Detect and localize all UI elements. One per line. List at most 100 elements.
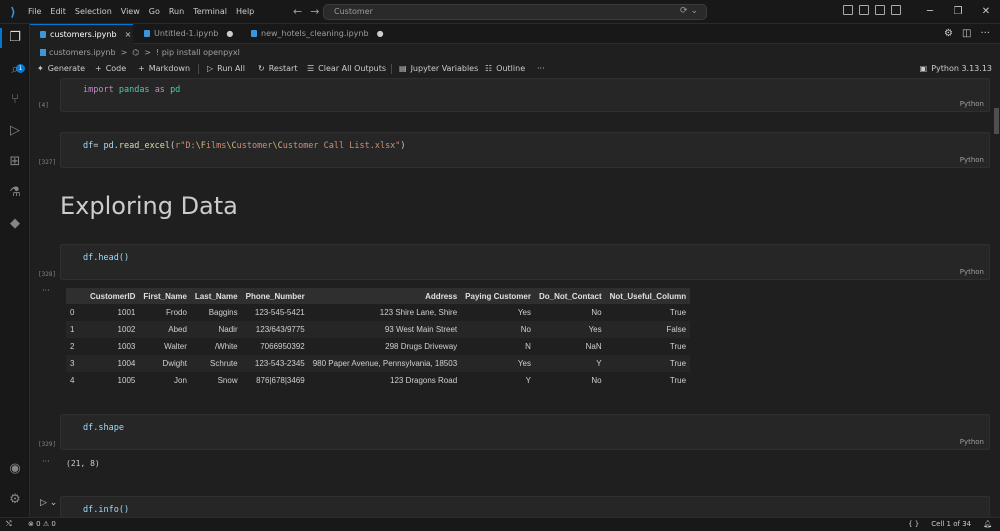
markdown-heading[interactable]: Exploring Data [60, 192, 238, 220]
clear-outputs-button[interactable]: ☰ Clear All Outputs [307, 61, 386, 77]
toggle-primary-sidebar-icon[interactable] [843, 5, 853, 15]
cell-language[interactable]: Python [960, 156, 984, 164]
nav-arrows: ← → [293, 0, 319, 24]
outline-button[interactable]: ☷ Outline [485, 61, 525, 77]
code-cell[interactable]: df.info() [60, 496, 990, 517]
warning-icon: ⚠ [42, 520, 50, 528]
code-token: read_excel [118, 141, 171, 151]
cell-language[interactable]: Python [960, 438, 984, 446]
code-token: ustomer [236, 141, 273, 151]
output-menu-icon[interactable]: ··· [42, 286, 50, 295]
output-menu-icon[interactable]: ··· [42, 457, 50, 466]
kernel-picker[interactable]: ▣ Python 3.13.13 [920, 61, 992, 77]
cell-code[interactable]: df.info() [83, 505, 129, 515]
table-cell: 298 Drugs Driveway [385, 342, 458, 351]
close-window-icon[interactable]: ✕ [972, 0, 1000, 24]
run-all-label: Run All [217, 64, 245, 73]
column-header [66, 288, 86, 304]
code-label: Code [105, 64, 127, 73]
status-right: { } Cell 1 of 34 🔔︎ [908, 518, 992, 531]
restart-button[interactable]: ↻ Restart [258, 61, 297, 77]
extensions-icon[interactable]: ⊞ [7, 154, 23, 170]
generate-button[interactable]: ✦ Generate [37, 61, 85, 77]
toggle-panel-icon[interactable] [859, 5, 869, 15]
code-cell[interactable]: df= pd.read_excel(r"D:\Films\Customer\Cu… [60, 132, 990, 168]
run-debug-icon[interactable]: ▷ [7, 123, 23, 139]
menu-view[interactable]: View [121, 0, 140, 24]
problems-indicator[interactable]: ⊗ 0 ⚠ 0 [28, 518, 56, 531]
tab-new-hotels[interactable]: new_hotels_cleaning.ipynb ● [241, 24, 401, 44]
customize-layout-icon[interactable] [891, 5, 901, 15]
tab-untitled[interactable]: Untitled-1.ipynb ● [134, 24, 240, 44]
account-icon[interactable]: ◉ [7, 461, 23, 477]
more-toolbar-icon[interactable]: ··· [537, 61, 545, 77]
cell-language[interactable]: Python [960, 100, 984, 108]
back-arrow-icon[interactable]: ← [293, 0, 302, 24]
run-all-button[interactable]: ▷ Run All [207, 61, 245, 77]
files-icon[interactable]: ❐ [0, 28, 23, 48]
code-token: \C [226, 141, 237, 151]
tab-dirty-icon[interactable]: ● [377, 29, 384, 38]
tab-dirty-icon[interactable]: ● [226, 29, 233, 38]
outline-icon: ☷ [485, 64, 493, 73]
menu-edit[interactable]: Edit [50, 0, 66, 24]
toggle-secondary-sidebar-icon[interactable] [875, 5, 885, 15]
command-center-search[interactable]: Customer ⟳ ⌄ [323, 4, 707, 20]
cell-code[interactable]: import pandas as pd [83, 85, 180, 95]
column-header: Phone_Number [241, 288, 309, 304]
add-code-button[interactable]: + Code [95, 61, 126, 77]
run-cell-icon[interactable]: ▷ ⌄ [40, 498, 57, 508]
language-mode-icon[interactable]: { } [908, 518, 919, 531]
table-cell: 1004 [86, 355, 140, 372]
table-row: 3 1004 Dwight Schrute 123-543-2345 980 P… [66, 355, 691, 372]
forward-arrow-icon[interactable]: → [310, 0, 319, 24]
column-header: Not_Useful_Column [605, 288, 691, 304]
testing-icon[interactable]: ⚗ [7, 185, 23, 201]
menu-terminal[interactable]: Terminal [193, 0, 227, 24]
code-cell[interactable]: df.shape Python [60, 414, 990, 450]
search-icon[interactable]: ⌕ [7, 62, 23, 78]
cell-language[interactable]: Python [960, 268, 984, 276]
jupyter-variables-button[interactable]: ▤ Jupyter Variables [399, 61, 478, 77]
warning-count: 0 [51, 520, 56, 528]
menu-help[interactable]: Help [236, 0, 254, 24]
code-token: ) [400, 141, 406, 151]
tab-customers[interactable]: customers.ipynb × [30, 24, 133, 44]
table-header-row: CustomerID First_Name Last_Name Phone_Nu… [66, 288, 691, 304]
settings-gear-icon[interactable]: ⚙ [944, 24, 953, 44]
cell-position[interactable]: Cell 1 of 34 [931, 518, 971, 531]
table-cell: Walter [164, 342, 187, 351]
add-markdown-button[interactable]: + Markdown [138, 61, 190, 77]
status-bar: ⤭ ⊗ 0 ⚠ 0 { } Cell 1 of 34 🔔︎ [0, 517, 1000, 531]
menu-go[interactable]: Go [149, 0, 160, 24]
more-actions-icon[interactable]: ··· [980, 24, 990, 44]
restore-icon[interactable]: ❐ [944, 0, 972, 24]
settings-gear-icon[interactable]: ⚙ [7, 492, 23, 508]
code-cell[interactable]: import pandas as pd Python [60, 78, 990, 112]
minimize-icon[interactable]: ─ [916, 0, 944, 24]
scrollbar-thumb[interactable] [994, 108, 999, 134]
kernel-label: Python 3.13.13 [931, 64, 992, 73]
notifications-icon[interactable]: 🔔︎ [983, 518, 992, 531]
python-icon[interactable]: ◆ [7, 216, 23, 232]
restart-icon: ↻ [258, 64, 265, 73]
cell-code[interactable]: df= pd.read_excel(r"D:\Films\Customer\Cu… [83, 141, 406, 151]
split-editor-icon[interactable]: ◫ [962, 24, 971, 44]
cell-code[interactable]: df.head() [83, 253, 129, 263]
breadcrumb-file[interactable]: customers.ipynb [40, 46, 116, 60]
plus-icon: + [138, 64, 145, 73]
cell-code[interactable]: df.shape [83, 423, 124, 433]
remote-indicator-icon[interactable]: ⤭ [6, 518, 12, 531]
menu-run[interactable]: Run [169, 0, 184, 24]
vertical-scrollbar[interactable] [993, 78, 1000, 517]
dataframe-output: CustomerID First_Name Last_Name Phone_Nu… [66, 288, 691, 389]
source-control-icon[interactable]: ⑂ [7, 92, 23, 108]
menu-selection[interactable]: Selection [75, 0, 112, 24]
code-token: df.info() [83, 505, 130, 515]
breadcrumb-cell[interactable]: ! pip install openpyxl [156, 46, 240, 60]
code-cell[interactable]: df.head() Python [60, 244, 990, 280]
menu-file[interactable]: File [28, 0, 41, 24]
notebook-editor: import pandas as pd Python [4] df= pd.re… [30, 78, 993, 517]
tab-close-icon[interactable]: × [125, 30, 132, 39]
copilot-chevron-icon[interactable]: ⟳ ⌄ [680, 6, 698, 16]
